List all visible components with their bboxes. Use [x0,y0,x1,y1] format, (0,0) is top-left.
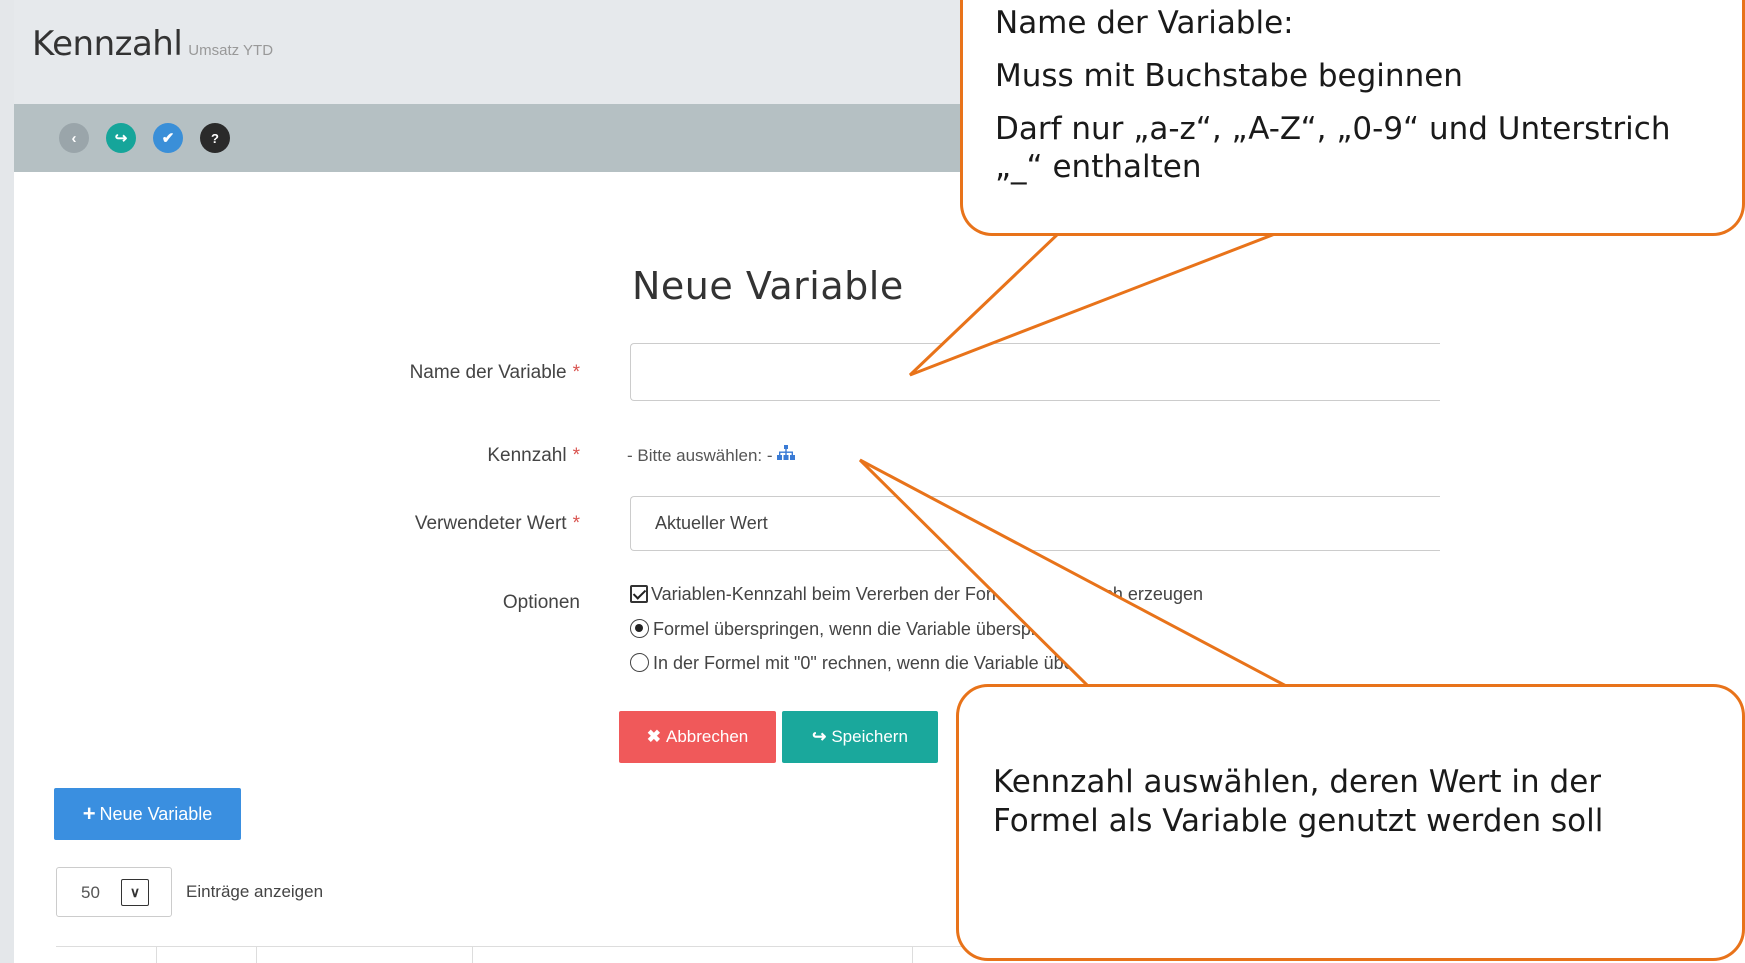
callout-top-line-2: Muss mit Buchstabe beginnen [995,57,1463,94]
callout-top: Name der Variable: Muss mit Buchstabe be… [960,0,1745,236]
callout-bottom: Kennzahl auswählen, deren Wert in der Fo… [956,684,1745,961]
callout-top-line-1: Name der Variable: [995,5,1294,41]
callout-bottom-pointer [858,458,1291,690]
callout-top-pointer [908,230,1281,377]
callout-top-line-3: Darf nur „a-z“, „A-Z“, „0-9“ und Unterst… [995,110,1671,186]
callout-bottom-text: Kennzahl auswählen, deren Wert in der Fo… [993,764,1604,839]
